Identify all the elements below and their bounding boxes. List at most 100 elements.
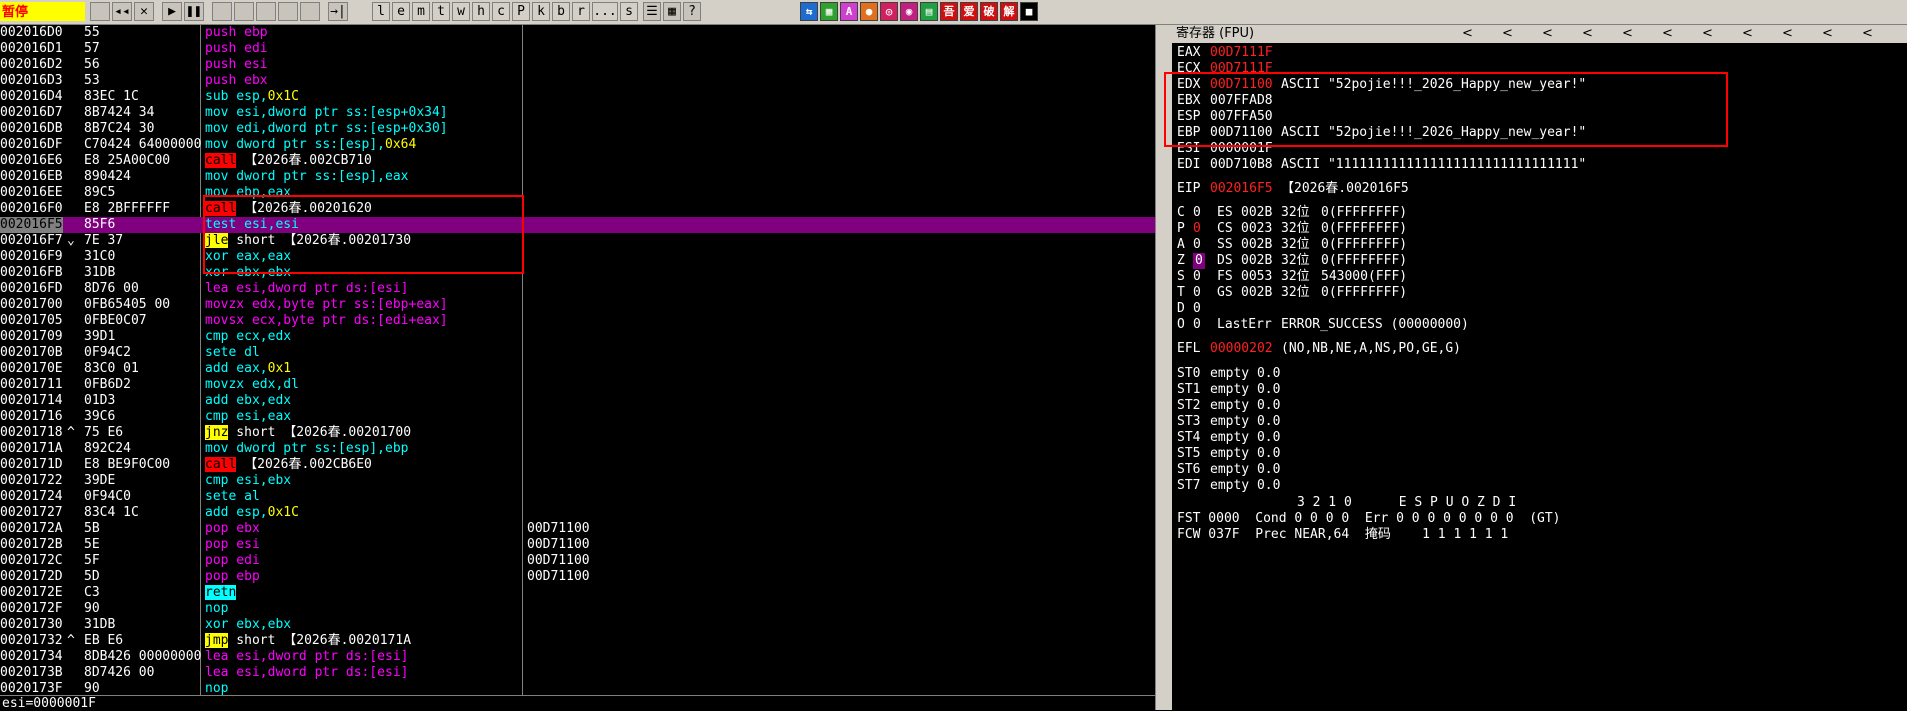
toolbar-letter-1[interactable]: e [392, 2, 410, 21]
disasm-row[interactable]: 0020171D E8 BE9F0C00 call 【2026春.002CB6E0 [0, 457, 1155, 473]
disasm-row[interactable]: 0020171A 892C24 mov dword ptr ss:[esp],ebp [0, 441, 1155, 457]
plugin-2-icon[interactable]: ▦ [820, 2, 838, 21]
disasm-row[interactable]: 00201714 01D3 add ebx,edx [0, 393, 1155, 409]
trace-over-icon[interactable] [278, 2, 298, 21]
disasm-row[interactable]: 002016F5 85F6 test esi,esi [0, 217, 1155, 233]
disasm-row[interactable]: 00201732 ^ EB E6 jmp short 【2026春.0020171A [0, 633, 1155, 649]
chevron-left-icon[interactable]: < [1702, 25, 1713, 43]
list-icon[interactable]: ☰ [643, 2, 661, 21]
disasm-row[interactable]: 00201711 0FB6D2 movzx edx,dl [0, 377, 1155, 393]
chevron-left-icon[interactable]: < [1502, 25, 1513, 43]
plugin-4-icon[interactable]: ● [860, 2, 878, 21]
flag-name: A [1177, 237, 1185, 252]
toolbar-letter-7[interactable]: P [512, 2, 530, 21]
disasm-row[interactable]: 00201705 0FBE0C07 movsx ecx,byte ptr ds:[e… [0, 313, 1155, 329]
toolbar-letter-2[interactable]: m [412, 2, 430, 21]
disasm-row[interactable]: 002016F0 E8 2BFFFFFF call 【2026春.00201620 [0, 201, 1155, 217]
plugin-12-icon[interactable]: ■ [1020, 2, 1038, 21]
chevron-left-icon[interactable]: < [1622, 25, 1633, 43]
plugin-10-icon[interactable]: 破 [980, 2, 998, 21]
segment-selector: 002B [1241, 253, 1273, 268]
toolbar-letter-4[interactable]: w [452, 2, 470, 21]
plugin-8-icon[interactable]: 吾 [940, 2, 958, 21]
goto-icon[interactable]: →| [328, 2, 348, 21]
disasm-row[interactable]: 0020172D 5D pop ebp 00D71100 [0, 569, 1155, 585]
trace-into-icon[interactable] [256, 2, 276, 21]
disasm-row[interactable]: 00201727 83C4 1C add esp,0x1C [0, 505, 1155, 521]
plugin-7-icon[interactable]: ▤ [920, 2, 938, 21]
plugin-11-icon[interactable]: 解 [1000, 2, 1018, 21]
toolbar-letter-8[interactable]: k [532, 2, 550, 21]
disasm-row[interactable]: 0020170B 0F94C2 sete dl [0, 345, 1155, 361]
disasm-row[interactable]: 002016D7 8B7424 34 mov esi,dword ptr ss:[e… [0, 105, 1155, 121]
disasm-row[interactable]: 0020170E 83C0 01 add eax,0x1 [0, 361, 1155, 377]
disasm-row[interactable]: 002016D0 55 push ebp [0, 25, 1155, 41]
disasm-row[interactable]: 0020172C 5F pop edi 00D71100 [0, 553, 1155, 569]
disasm-row[interactable]: 0020172A 5B pop ebx 00D71100 [0, 521, 1155, 537]
toolbar-letter-0[interactable]: l [372, 2, 390, 21]
chevron-left-icon[interactable]: < [1462, 25, 1473, 43]
chevron-left-icon[interactable]: < [1662, 25, 1673, 43]
toolbar-letter-6[interactable]: c [492, 2, 510, 21]
open-file-icon[interactable] [90, 2, 110, 21]
disasm-row[interactable]: 0020172E C3 retn [0, 585, 1155, 601]
step-over-icon[interactable] [234, 2, 254, 21]
chevron-left-icon[interactable]: < [1542, 25, 1553, 43]
disasm-row[interactable]: 002016D3 53 push ebx [0, 73, 1155, 89]
toolbar-letter-5[interactable]: h [472, 2, 490, 21]
disasm-row[interactable]: 002016DF C70424 64000000 mov dword ptr ss:… [0, 137, 1155, 153]
register-info: ASCII "1111111111111111111111111111111" [1281, 157, 1587, 172]
plugin-5-icon[interactable]: ◎ [880, 2, 898, 21]
disasm-row[interactable]: 002016F9 31C0 xor eax,eax [0, 249, 1155, 265]
disasm-row[interactable]: 00201700 0FB65405 00 movzx edx,byte ptr ss… [0, 297, 1155, 313]
plugin-1-icon[interactable]: ⇆ [800, 2, 818, 21]
disasm-row[interactable]: 002016D1 57 push edi [0, 41, 1155, 57]
toolbar-letter-12[interactable]: s [620, 2, 638, 21]
disasm-row[interactable]: 002016EE 89C5 mov ebp,eax [0, 185, 1155, 201]
chevron-left-icon[interactable]: < [1742, 25, 1753, 43]
disasm-row[interactable]: 002016D2 56 push esi [0, 57, 1155, 73]
plugin-6-icon[interactable]: ◉ [900, 2, 918, 21]
disasm-row[interactable]: 00201716 39C6 cmp esi,eax [0, 409, 1155, 425]
execute-till-return-icon[interactable] [300, 2, 320, 21]
chevron-left-icon[interactable]: < [1782, 25, 1793, 43]
grid-icon[interactable]: ▦ [663, 2, 681, 21]
disasm-row[interactable]: 002016FB 31DB xor ebx,ebx [0, 265, 1155, 281]
toolbar-letter-3[interactable]: t [432, 2, 450, 21]
disasm-row[interactable]: 00201709 39D1 cmp ecx,edx [0, 329, 1155, 345]
disasm-row[interactable]: 002016D4 83EC 1C sub esp,0x1C [0, 89, 1155, 105]
disasm-row[interactable]: 0020173B 8D7426 00 lea esi,dword ptr ds:[e… [0, 665, 1155, 681]
disasm-row[interactable]: 0020172F 90 nop [0, 601, 1155, 617]
help-icon[interactable]: ? [683, 2, 701, 21]
segment-selector: 002B [1241, 205, 1273, 220]
chevron-left-icon[interactable]: < [1822, 25, 1833, 43]
disasm-row[interactable]: 00201724 0F94C0 sete al [0, 489, 1155, 505]
chevron-left-icon[interactable]: < [1582, 25, 1593, 43]
registers-header[interactable]: 寄存器 (FPU) < < < < < < < < < < < [1172, 25, 1907, 43]
step-into-icon[interactable] [212, 2, 232, 21]
close-icon[interactable]: ✕ [134, 2, 154, 21]
toolbar-letter-10[interactable]: r [572, 2, 590, 21]
chevron-left-icon[interactable]: < [1862, 25, 1873, 43]
toolbar-letter-11[interactable]: ... [592, 2, 618, 21]
disasm-row[interactable]: 00201734 8DB426 00000000 lea esi,dword ptr… [0, 649, 1155, 665]
plugin-3-icon[interactable]: A [840, 2, 858, 21]
disasm-row[interactable]: 00201718 ^ 75 E6 jnz short 【2026春.00201700 [0, 425, 1155, 441]
fpu-register-name: ST6 [1177, 462, 1201, 477]
disasm-row[interactable]: 002016F7 ⌄ 7E 37 jle short 【2026春.00201730 [0, 233, 1155, 249]
plugin-9-icon[interactable]: 爱 [960, 2, 978, 21]
registers-title: 寄存器 (FPU) [1176, 26, 1255, 41]
disasm-row[interactable]: 0020172B 5E pop esi 00D71100 [0, 537, 1155, 553]
disasm-row[interactable]: 002016E6 E8 25A00C00 call 【2026春.002CB710 [0, 153, 1155, 169]
disasm-row[interactable]: 00201730 31DB xor ebx,ebx [0, 617, 1155, 633]
fpu-register-value: empty 0.0 [1210, 366, 1281, 381]
disasm-row[interactable]: 002016EB 890424 mov dword ptr ss:[esp],eax [0, 169, 1155, 185]
run-icon[interactable]: ▶ [162, 2, 182, 21]
cpu-disassembly-pane[interactable]: 002016D0 55 push ebp 002016D1 57 push edi 0020… [0, 25, 1155, 696]
toolbar-letter-9[interactable]: b [552, 2, 570, 21]
disasm-row[interactable]: 002016DB 8B7C24 30 mov edi,dword ptr ss:[e… [0, 121, 1155, 137]
pause-icon[interactable]: ❚❚ [184, 2, 204, 21]
disasm-row[interactable]: 002016FD 8D76 00 lea esi,dword ptr ds:[esi… [0, 281, 1155, 297]
disasm-row[interactable]: 00201722 39DE cmp esi,ebx [0, 473, 1155, 489]
rewind-icon[interactable]: ◂◂ [112, 2, 132, 21]
